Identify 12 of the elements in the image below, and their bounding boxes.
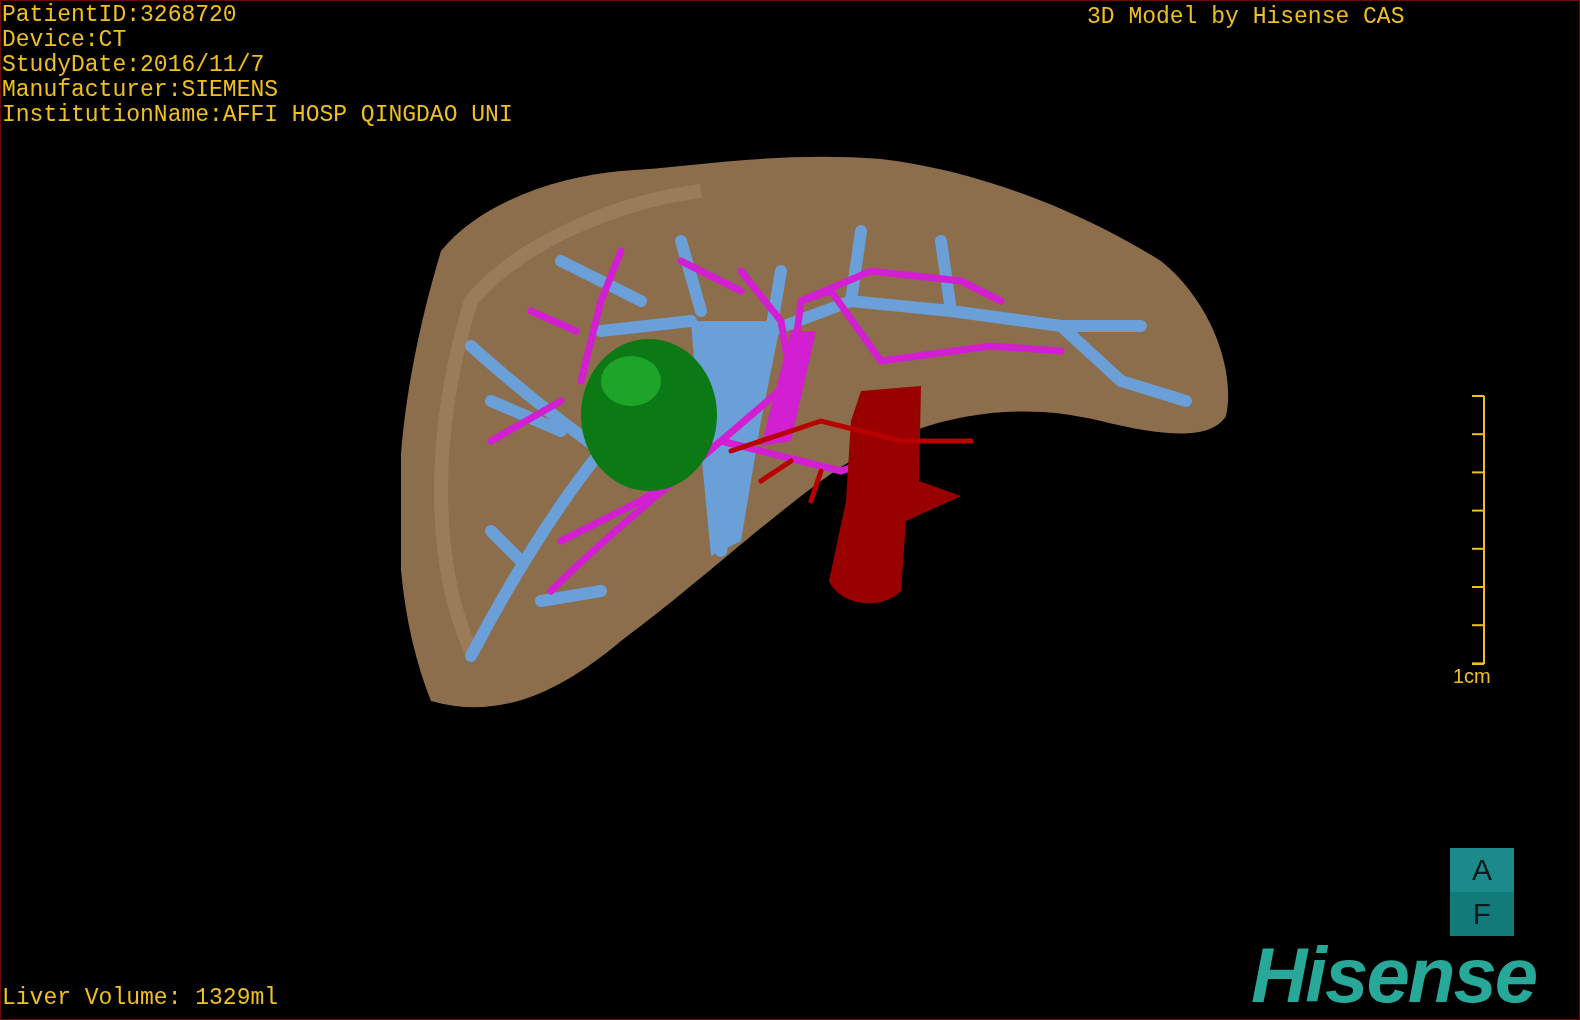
orientation-face: F	[1450, 892, 1514, 936]
scale-label: 1cm	[1453, 665, 1491, 687]
study-info-text: Manufacturer:SIEMENS	[2, 78, 279, 103]
study-info-text: StudyDate:2016/11/7	[2, 53, 265, 78]
study-info-text: Device:CT	[2, 28, 127, 53]
orientation-face: A	[1471, 852, 1493, 888]
orientation-cube[interactable]: A F	[1450, 848, 1514, 936]
brand-logo: Hisense	[1251, 937, 1537, 1013]
model-title: 3D Model by Hisense CAS	[1087, 5, 1405, 30]
study-info-text: InstitutionName:AFFI HOSP QINGDAO UNI	[2, 103, 513, 128]
liver-volume-text: Liver Volume: 1329ml	[2, 986, 279, 1011]
study-info-text: PatientID:3268720	[2, 3, 237, 28]
